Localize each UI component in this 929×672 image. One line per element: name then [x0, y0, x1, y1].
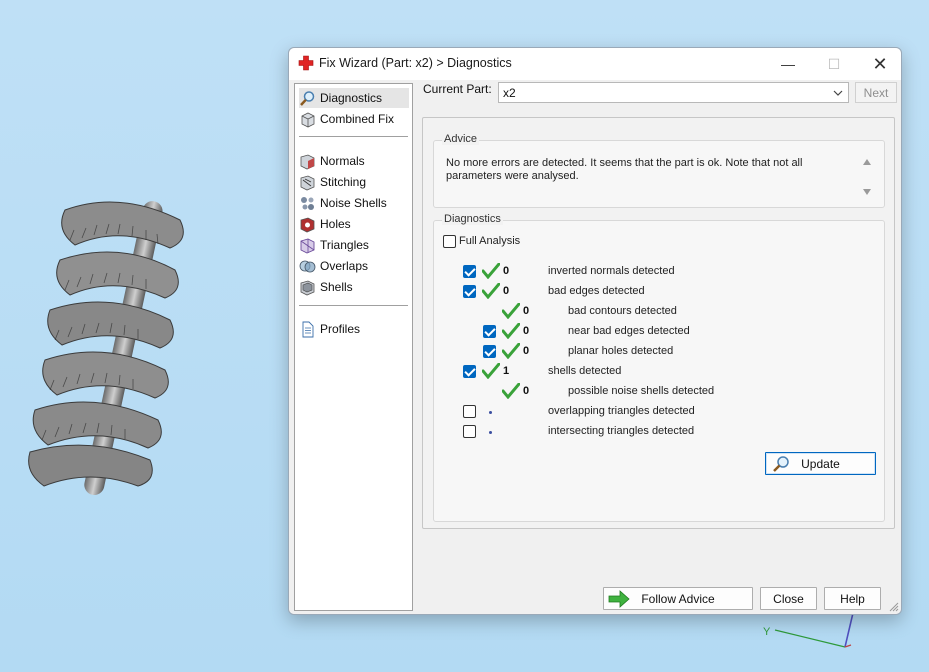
stitching-icon [300, 175, 315, 190]
diagnostic-label: bad edges detected [548, 285, 645, 297]
current-part-label: Current Part: [423, 82, 492, 96]
title-bar[interactable]: Fix Wizard (Part: x2) > Diagnostics — ☐ … [289, 48, 901, 80]
help-button[interactable]: Help [824, 587, 881, 610]
shells-icon [300, 280, 315, 295]
diagnostic-count: 0 [503, 265, 510, 277]
overlapping-triangles-checkbox[interactable] [463, 405, 476, 418]
pending-dot-icon [489, 411, 492, 414]
triangles-icon [300, 238, 315, 253]
pending-dot-icon [489, 431, 492, 434]
diagnostic-label: overlapping triangles detected [548, 405, 695, 417]
nav-item-noise-shells[interactable]: Noise Shells [299, 193, 409, 213]
nav-label: Shells [320, 280, 353, 294]
nav-label: Stitching [320, 175, 367, 189]
window-title: Fix Wizard (Part: x2) > Diagnostics [319, 56, 512, 70]
red-cross-app-icon [298, 55, 314, 71]
green-check-icon [502, 383, 520, 399]
intersecting-triangles-checkbox[interactable] [463, 425, 476, 438]
normals-icon [300, 154, 315, 169]
nav-label: Noise Shells [320, 196, 387, 210]
near-bad-edges-checkbox[interactable] [483, 325, 496, 338]
diagnostic-label: near bad edges detected [568, 325, 690, 337]
wizard-nav-panel: Diagnostics Combined Fix Normals Stitchi… [294, 83, 413, 611]
green-check-icon [482, 263, 500, 279]
magnifier-icon [300, 90, 315, 106]
nav-item-normals[interactable]: Normals [299, 151, 409, 171]
current-part-value: x2 [503, 85, 516, 100]
green-check-icon [482, 283, 500, 299]
diagnostic-count: 0 [523, 345, 530, 357]
inverted-normals-checkbox[interactable] [463, 265, 476, 278]
nav-item-profiles[interactable]: Profiles [299, 319, 409, 339]
nav-item-diagnostics[interactable]: Diagnostics [299, 88, 409, 108]
maximize-button[interactable]: ☐ [811, 48, 857, 80]
dialog-client-area: Diagnostics Combined Fix Normals Stitchi… [289, 80, 901, 614]
scroll-down-arrow-icon[interactable] [862, 187, 872, 197]
diagnostic-label: bad contours detected [568, 305, 677, 317]
advice-text: No more errors are detected. It seems th… [446, 157, 803, 182]
chevron-down-icon [833, 90, 843, 96]
diagnostic-count: 1 [503, 365, 510, 377]
nav-label: Combined Fix [320, 112, 395, 126]
close-button[interactable]: Close [760, 587, 817, 610]
diagnostic-count: 0 [523, 305, 530, 317]
cube-icon [301, 112, 315, 127]
overlaps-icon [299, 260, 316, 272]
fix-wizard-window: Fix Wizard (Part: x2) > Diagnostics — ☐ … [288, 47, 902, 615]
nav-label: Diagnostics [320, 91, 383, 105]
diagnostic-label: intersecting triangles detected [548, 425, 695, 437]
axis-y-label: Y [763, 626, 771, 638]
nav-item-triangles[interactable]: Triangles [299, 235, 409, 255]
green-check-icon [482, 363, 500, 379]
nav-divider [299, 136, 408, 137]
nav-item-shells[interactable]: Shells [299, 277, 409, 297]
nav-item-holes[interactable]: Holes [299, 214, 409, 234]
diagnostic-label: possible noise shells detected [568, 385, 715, 397]
advice-group: Advice No more errors are detected. It s… [433, 133, 885, 208]
diagnostics-panel: Advice No more errors are detected. It s… [422, 117, 895, 529]
screw-3d-model[interactable] [20, 190, 200, 510]
planar-holes-checkbox[interactable] [483, 345, 496, 358]
nav-label: Holes [320, 217, 351, 231]
diagnostics-title: Diagnostics [442, 213, 503, 225]
minimize-button[interactable]: — [765, 48, 811, 80]
nav-item-overlaps[interactable]: Overlaps [299, 256, 409, 276]
holes-icon [300, 217, 315, 232]
scroll-up-arrow-icon[interactable] [862, 157, 872, 167]
green-check-icon [502, 303, 520, 319]
nav-label: Normals [320, 154, 365, 168]
advice-title: Advice [442, 133, 480, 145]
full-analysis-label: Full Analysis [459, 235, 521, 247]
magnifier-icon [773, 456, 789, 472]
update-button[interactable]: Update [765, 452, 876, 475]
nav-label: Overlaps [320, 259, 369, 273]
green-check-icon [502, 343, 520, 359]
diagnostics-group: Diagnostics Full Analysis 0 inverted nor… [433, 213, 885, 522]
full-analysis-checkbox[interactable] [443, 235, 456, 248]
diagnostic-count: 0 [503, 285, 510, 297]
green-arrow-right-icon [608, 590, 630, 608]
nav-label: Profiles [320, 322, 361, 336]
noise-shells-icon [301, 196, 314, 210]
document-icon [302, 321, 314, 337]
current-part-select[interactable]: x2 [498, 82, 849, 103]
nav-item-combined-fix[interactable]: Combined Fix [299, 109, 409, 129]
resize-grip-icon[interactable] [889, 602, 899, 612]
diagnostic-label: inverted normals detected [548, 265, 675, 277]
nav-item-stitching[interactable]: Stitching [299, 172, 409, 192]
follow-advice-button[interactable]: Follow Advice [603, 587, 753, 610]
diagnostic-label: planar holes detected [568, 345, 674, 357]
diagnostic-count: 0 [523, 325, 530, 337]
green-check-icon [502, 323, 520, 339]
diagnostic-label: shells detected [548, 365, 622, 377]
shells-checkbox[interactable] [463, 365, 476, 378]
close-window-button[interactable]: ✕ [857, 48, 903, 80]
update-label: Update [801, 456, 840, 471]
next-button[interactable]: Next [855, 82, 897, 103]
nav-divider [299, 305, 408, 306]
nav-label: Triangles [320, 238, 369, 252]
bad-edges-checkbox[interactable] [463, 285, 476, 298]
follow-advice-label: Follow Advice [641, 591, 715, 606]
diagnostic-count: 0 [523, 385, 530, 397]
